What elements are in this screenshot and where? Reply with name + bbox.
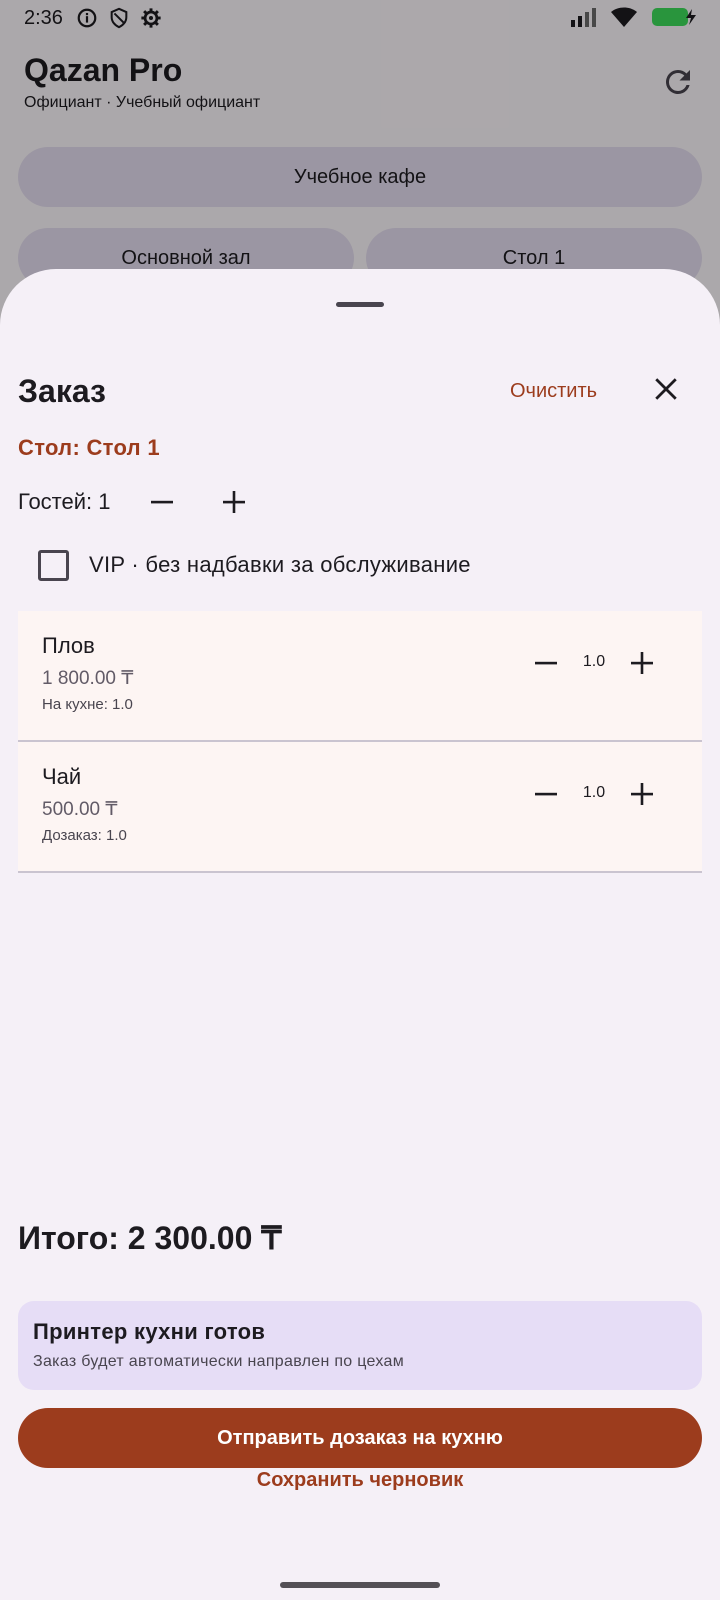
drag-handle[interactable] — [336, 302, 384, 307]
item-status-note: На кухне: 1.0 — [42, 696, 133, 713]
item-quantity: 1.0 — [582, 653, 606, 670]
send-to-kitchen-button[interactable]: Отправить дозаказ на кухню — [18, 1408, 702, 1468]
item-price: 500.00 ₸ — [42, 799, 118, 820]
guests-label: Гостей: 1 — [18, 489, 111, 514]
item-name: Чай — [42, 764, 82, 789]
minus-icon — [535, 792, 557, 796]
order-total: Итого: 2 300.00 ₸ — [18, 1220, 282, 1256]
close-icon — [655, 378, 677, 400]
vip-checkbox[interactable] — [38, 549, 69, 581]
item-increment-button[interactable] — [622, 774, 662, 814]
guests-decrement-button[interactable] — [142, 482, 182, 522]
guests-row: Гостей: 1 — [18, 482, 111, 522]
printer-status-title: Принтер кухни готов — [33, 1319, 266, 1344]
table-label: Стол: Стол 1 — [18, 435, 160, 460]
gesture-navigation-bar[interactable] — [280, 1582, 440, 1588]
item-quantity: 1.0 — [582, 784, 606, 801]
vip-option[interactable]: VIP · без надбавки за обслуживание — [38, 545, 471, 585]
order-item: Чай 500.00 ₸ Дозаказ: 1.0 1.0 — [18, 742, 702, 873]
item-status-note: Дозаказ: 1.0 — [42, 827, 127, 844]
close-button[interactable] — [646, 369, 686, 409]
minus-icon — [535, 661, 557, 665]
item-decrement-button[interactable] — [526, 774, 566, 814]
sheet-title: Заказ — [18, 373, 106, 409]
plus-icon — [223, 491, 245, 513]
save-draft-button[interactable]: Сохранить черновик — [200, 1460, 520, 1500]
item-increment-button[interactable] — [622, 643, 662, 683]
printer-status-card: Принтер кухни готов Заказ будет автомати… — [18, 1301, 702, 1390]
item-price: 1 800.00 ₸ — [42, 668, 134, 689]
printer-status-subtitle: Заказ будет автоматически направлен по ц… — [33, 1353, 404, 1370]
plus-icon — [631, 783, 653, 805]
order-bottom-sheet: Заказ Очистить Стол: Стол 1 Гостей: 1 VI… — [0, 269, 720, 1600]
guests-increment-button[interactable] — [214, 482, 254, 522]
plus-icon — [631, 652, 653, 674]
item-decrement-button[interactable] — [526, 643, 566, 683]
clear-button[interactable]: Очистить — [500, 373, 607, 409]
minus-icon — [151, 500, 173, 504]
vip-label: VIP · без надбавки за обслуживание — [89, 552, 471, 577]
item-name: Плов — [42, 633, 95, 658]
order-item: Плов 1 800.00 ₸ На кухне: 1.0 1.0 — [18, 611, 702, 742]
